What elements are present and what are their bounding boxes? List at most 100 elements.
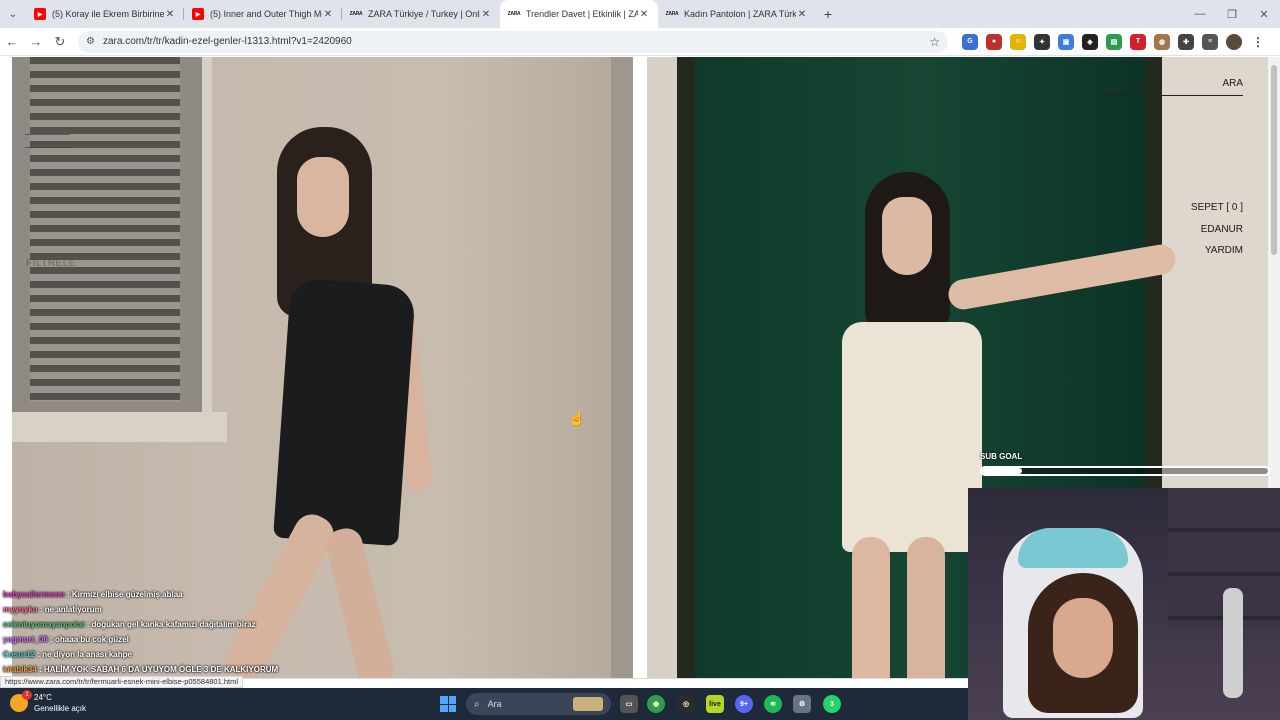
obs-icon[interactable]: ◎ — [677, 695, 695, 713]
settings-gear-icon[interactable]: ⚙ — [793, 695, 811, 713]
browser-tab[interactable]: ▶ (5) Koray ile Ekrem Birbirine Gir ✕ — [26, 0, 184, 28]
search-placeholder: Ara — [487, 699, 502, 709]
product-photo-black-dress[interactable] — [12, 57, 633, 678]
chat-message: Cosur12 : ne diyon la anası kahpe — [3, 650, 132, 659]
browser-tab[interactable]: ZARA Kadın Pantolon | ZARA Türkiye ✕ — [658, 0, 816, 28]
chrome-icon[interactable]: ◉ — [647, 695, 665, 713]
model-face — [882, 197, 932, 275]
gaming-chair-pillow — [1018, 528, 1128, 568]
task-view-icon[interactable]: ▭ — [620, 695, 638, 713]
profile-avatar[interactable] — [1226, 33, 1242, 50]
whatsapp-badge: 3 — [830, 700, 834, 708]
url-text: zara.com/tr/tr/kadin-ezel-genler-l1313.h… — [102, 36, 352, 47]
cart-label: SEPET — [1190, 202, 1224, 213]
black-mini-dress — [273, 277, 416, 547]
chat-message: babysailormoon : Kırmızı elbise güzelmiş… — [3, 590, 183, 599]
model-leg — [907, 537, 945, 678]
tab-close-icon[interactable]: ✕ — [480, 9, 492, 20]
windows-start-icon[interactable] — [440, 696, 456, 712]
live-app-icon[interactable]: live — [706, 695, 724, 713]
whatsapp-icon[interactable]: 3 — [823, 695, 841, 713]
browser-menu-icon[interactable]: ⋮ — [1250, 34, 1266, 50]
address-bar[interactable]: ⚙ zara.com/tr/tr/kadin-ezel-genler-l1313… — [78, 30, 948, 53]
weather-description: Genellikle açık — [34, 704, 87, 713]
chat-username: celeniuyumayanpolat — [3, 620, 85, 629]
menu-hamburger-icon[interactable] — [25, 134, 70, 148]
site-info-icon[interactable]: ⚙ — [86, 36, 95, 47]
extension-icon[interactable]: T — [1130, 33, 1146, 50]
forward-icon[interactable]: → — [24, 34, 48, 49]
tab-title: (5) Inner and Outer Thigh Mode — [210, 9, 322, 19]
scrollbar-thumb[interactable] — [1271, 65, 1277, 255]
model-face — [297, 157, 349, 237]
restore-icon[interactable]: ❐ — [1216, 8, 1248, 21]
weather-widget[interactable]: 1 24°C Genellikle açık — [10, 690, 86, 714]
chat-text: ohaaa bu cok güzel — [55, 635, 129, 644]
new-tab-button[interactable]: + — [816, 6, 840, 22]
windows-logo-pane — [448, 696, 456, 704]
extension-icon[interactable]: ☺ — [1010, 33, 1026, 50]
browser-tab-bar: ⌄ ▶ (5) Koray ile Ekrem Birbirine Gir ✕ … — [0, 0, 1280, 28]
photo-frame — [611, 57, 633, 678]
windows-logo-pane — [440, 696, 448, 704]
youtube-icon: ▶ — [34, 8, 46, 20]
minimize-icon[interactable]: — — [1184, 8, 1216, 21]
tab-title: (5) Koray ile Ekrem Birbirine Gir — [52, 9, 164, 19]
spotify-icon[interactable]: ≋ — [764, 695, 782, 713]
streamer-face — [1053, 598, 1113, 678]
sub-goal-label: SUB GOAL — [980, 452, 1023, 461]
discord-badge: 9+ — [740, 700, 748, 708]
tab-title: ZARA Türkiye / Turkey | Online — [368, 9, 480, 19]
chat-message: kilabik34 : HALİM YOK SABAH 6 DA UYUYOM … — [3, 665, 279, 674]
extension-icon[interactable]: ● — [986, 33, 1002, 50]
close-window-icon[interactable]: ✕ — [1248, 8, 1280, 21]
chat-username: myyoyku — [3, 605, 38, 614]
youtube-icon: ▶ — [192, 8, 204, 20]
extensions-row: G ● ☺ ✦ ▣ ◈ ▤ T ◍ ✚ ≡ ⋮ — [962, 33, 1266, 50]
chat-username: kilabik34 — [3, 665, 37, 674]
browser-tab[interactable]: ZARA ZARA Türkiye / Turkey | Online ✕ — [342, 0, 500, 28]
chat-text: doğukan gel kanka kafamızı dağıtalım bir… — [91, 620, 256, 629]
extension-icon[interactable]: ▣ — [1058, 33, 1074, 50]
tab-close-icon[interactable]: ✕ — [796, 9, 808, 20]
bookmark-star-icon[interactable]: ☆ — [929, 35, 940, 49]
browser-tab-active[interactable]: ZARA Trendler Davet | Etkinlik | ZARA ✕ — [500, 0, 658, 28]
discord-icon[interactable]: 9+ — [735, 695, 753, 713]
streamer-webcam — [968, 488, 1280, 720]
browser-tab[interactable]: ▶ (5) Inner and Outer Thigh Mode ✕ — [184, 0, 342, 28]
weather-text: 24°C Genellikle açık — [34, 692, 86, 714]
tab-close-icon[interactable]: ✕ — [322, 9, 334, 20]
extension-icon[interactable]: ✦ — [1034, 33, 1050, 50]
extension-icon[interactable]: ◈ — [1082, 33, 1098, 50]
chat-username: yagmurt_06 — [3, 635, 48, 644]
white-mini-dress — [842, 322, 982, 552]
chat-text: ne anlatiyorum — [44, 605, 102, 614]
tab-search-button[interactable]: ⌄ — [0, 0, 26, 28]
search-link[interactable]: ARA — [1103, 78, 1243, 96]
filter-link[interactable]: FİLTRELE — [26, 258, 76, 269]
translate-extension-icon[interactable]: G — [962, 33, 978, 50]
taskbar-search[interactable]: ⌕ Ara — [466, 693, 611, 715]
link-status-bubble: https://www.zara.com/tr/tr/fermuarli-esn… — [0, 676, 244, 688]
chat-username: babysailormoon — [3, 590, 65, 599]
tab-close-icon[interactable]: ✕ — [164, 9, 176, 20]
chat-text: Kırmızı elbise güzelmiş ablaa — [71, 590, 183, 599]
hand-cursor-icon: ☝ — [568, 410, 586, 426]
cart-link[interactable]: SEPET [ 0 ] — [1150, 197, 1243, 219]
media-controls-icon[interactable]: ≡ — [1202, 33, 1218, 50]
extension-icon[interactable]: ▤ — [1106, 33, 1122, 50]
window-controls: — ❐ ✕ — [1184, 8, 1280, 21]
back-icon[interactable]: ← — [0, 34, 24, 49]
chat-message: yagmurt_06 : ohaaa bu cok güzel — [3, 635, 129, 644]
windows-taskbar: 1 24°C Genellikle açık ⌕ Ara ▭ ◉ ◎ live … — [0, 688, 968, 720]
tab-close-icon[interactable]: ✕ — [638, 9, 650, 20]
reload-icon[interactable]: ↻ — [48, 34, 72, 50]
extension-icon[interactable]: ◍ — [1154, 33, 1170, 50]
chat-text: HALİM YOK SABAH 6 DA UYUYOM ÖGLE 3 DE KA… — [43, 665, 279, 674]
help-link[interactable]: YARDIM — [1150, 240, 1243, 262]
account-link[interactable]: EDANUR — [1150, 219, 1243, 241]
weather-sun-icon: 1 — [10, 690, 32, 712]
windows-logo-pane — [448, 704, 456, 712]
extensions-puzzle-icon[interactable]: ✚ — [1178, 33, 1194, 50]
search-highlight-image — [573, 697, 603, 711]
